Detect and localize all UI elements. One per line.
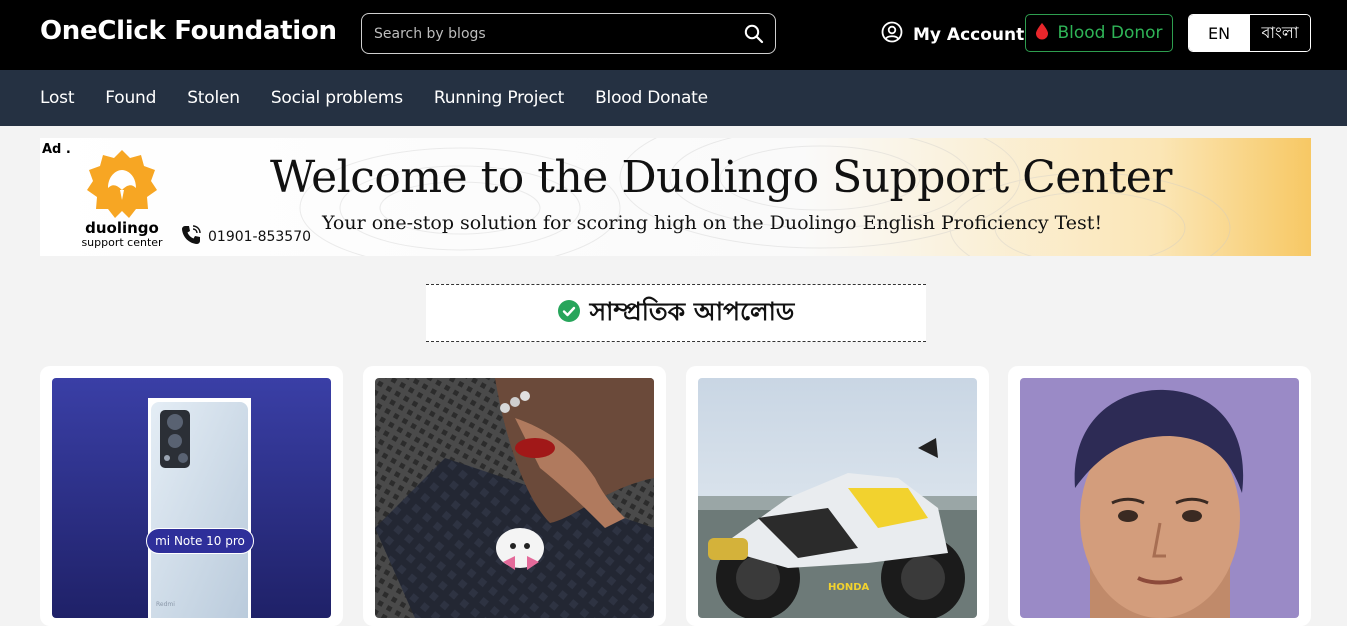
logo-line-1: duolingo	[85, 219, 159, 237]
nav-item-blood-donate[interactable]: Blood Donate	[595, 88, 708, 108]
recent-uploads-heading: সাম্প্রতিক আপলোড	[426, 284, 926, 342]
ad-subline: Your one-stop solution for scoring high …	[322, 212, 1103, 234]
card-caption: mi Note 10 pro	[155, 534, 245, 548]
lang-en-button[interactable]: EN	[1189, 15, 1249, 51]
my-account-link[interactable]: My Account	[881, 21, 1024, 48]
ad-headline: Welcome to the Duolingo Support Center	[270, 152, 1172, 203]
blood-donor-label: Blood Donor	[1057, 23, 1163, 43]
search-icon[interactable]	[743, 23, 765, 45]
card-caption-badge: mi Note 10 pro	[146, 528, 254, 554]
nav-item-lost[interactable]: Lost	[40, 88, 74, 108]
ad-tag: Ad .	[42, 142, 71, 157]
section-title: সাম্প্রতিক আপলোড	[589, 296, 795, 326]
upload-card-phone[interactable]: Redmi mi Note 10 pro	[40, 366, 343, 626]
ad-banner[interactable]: Ad . duolingo support center 01901-85357…	[40, 138, 1311, 256]
nav-item-running-project[interactable]: Running Project	[434, 88, 564, 108]
nav-item-stolen[interactable]: Stolen	[187, 88, 240, 108]
svg-text:HONDA: HONDA	[828, 582, 870, 593]
search-box	[361, 13, 776, 54]
nav-item-found[interactable]: Found	[105, 88, 156, 108]
check-circle-icon	[557, 300, 580, 326]
duolingo-logo-text: duolingo support center	[76, 220, 168, 249]
card-image-wallet[interactable]	[375, 378, 654, 618]
language-switcher: EN বাংলা	[1188, 14, 1311, 52]
search-input[interactable]	[374, 25, 743, 42]
svg-text:Redmi: Redmi	[156, 601, 175, 608]
main-nav: Lost Found Stolen Social problems Runnin…	[0, 70, 1347, 126]
blood-drop-icon	[1035, 22, 1049, 45]
card-image-portrait[interactable]	[1020, 378, 1299, 618]
brand-logo[interactable]: OneClick Foundation	[40, 16, 337, 46]
upload-card-motorcycle[interactable]: HONDA	[686, 366, 989, 626]
blood-donor-button[interactable]: Blood Donor	[1025, 14, 1173, 52]
lang-bn-button[interactable]: বাংলা	[1249, 15, 1310, 51]
logo-line-2: support center	[81, 236, 163, 249]
account-label: My Account	[913, 24, 1025, 45]
duolingo-logo-icon	[87, 150, 157, 218]
ad-phone-number: 01901-853570	[208, 229, 312, 245]
nav-item-social-problems[interactable]: Social problems	[271, 88, 403, 108]
card-image-motorcycle[interactable]: HONDA	[698, 378, 977, 618]
upload-card-wallet[interactable]	[363, 366, 666, 626]
card-image-phone[interactable]: Redmi mi Note 10 pro	[52, 378, 331, 618]
user-circle-icon	[881, 21, 903, 48]
upload-card-portrait[interactable]	[1008, 366, 1311, 626]
ad-phone: 01901-853570	[180, 224, 311, 250]
top-bar: OneClick Foundation My Account Blood Don…	[0, 0, 1347, 70]
phone-icon	[180, 224, 202, 250]
